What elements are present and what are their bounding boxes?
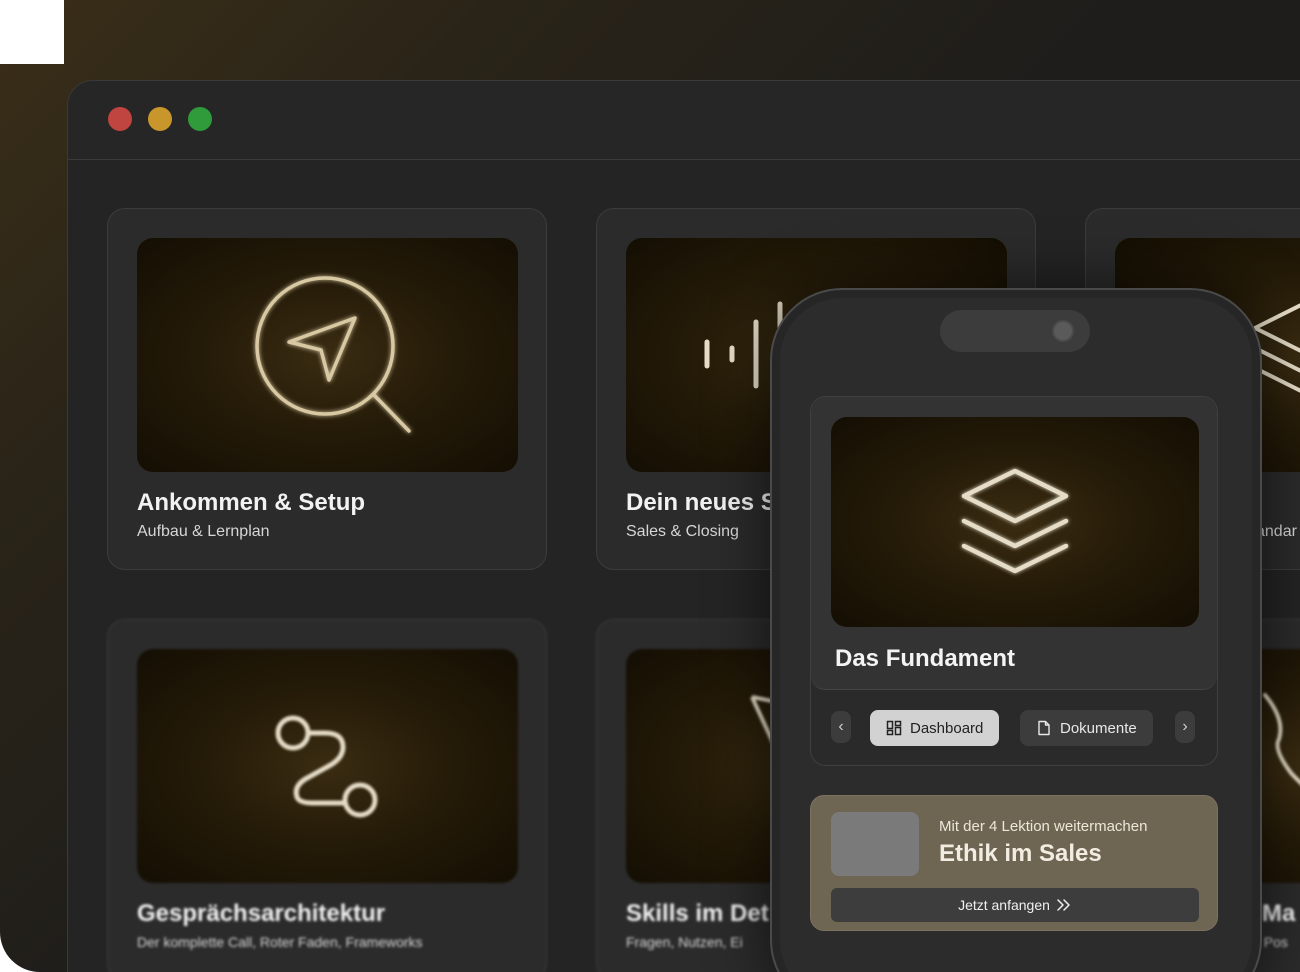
next-button[interactable]: › bbox=[1175, 711, 1195, 743]
module-thumbnail bbox=[831, 417, 1199, 627]
continue-pretext: Mit der 4 Lektion weitermachen bbox=[939, 818, 1148, 835]
layers-icon bbox=[961, 468, 1069, 574]
stage-corner bbox=[0, 0, 64, 64]
tab-label: Dashboard bbox=[910, 719, 984, 737]
module-title: Ma bbox=[1262, 900, 1296, 927]
module-subtitle: Aufbau & Lernplan bbox=[137, 523, 270, 540]
minimize-window-button[interactable] bbox=[148, 107, 172, 131]
background-stage: Ankommen & Setup Aufbau & Lernplan Dein … bbox=[0, 0, 1300, 972]
start-button[interactable]: Jetzt anfangen bbox=[831, 888, 1199, 922]
module-subtitle: Sales & Closing bbox=[626, 523, 739, 540]
lesson-thumbnail bbox=[831, 812, 919, 876]
module-card-gespraech[interactable]: Gesprächsarchitektur Der komplette Call,… bbox=[107, 619, 547, 972]
module-card-fundament[interactable]: Das Fundament bbox=[811, 397, 1217, 690]
phone-notch bbox=[940, 310, 1090, 352]
module-panel: Das Fundament ‹ Dashboard Dokumente › bbox=[810, 396, 1218, 766]
tab-dokumente[interactable]: Dokumente bbox=[1020, 710, 1153, 746]
route-icon bbox=[275, 715, 378, 818]
module-title: Dein neues S bbox=[626, 489, 777, 516]
module-thumbnail bbox=[137, 649, 518, 883]
module-title: Das Fundament bbox=[835, 645, 1016, 672]
camera-icon bbox=[1052, 320, 1074, 342]
window-titlebar bbox=[68, 81, 1300, 160]
dashboard-icon bbox=[886, 720, 902, 736]
double-chevron-right-icon bbox=[1057, 899, 1070, 911]
prev-button[interactable]: ‹ bbox=[831, 711, 851, 743]
continue-lesson-card[interactable]: Mit der 4 Lektion weitermachen Ethik im … bbox=[810, 795, 1218, 931]
module-subtitle: andar bbox=[1256, 523, 1297, 540]
start-button-label: Jetzt anfangen bbox=[958, 897, 1050, 913]
document-icon bbox=[1038, 720, 1050, 736]
tab-label: Dokumente bbox=[1060, 719, 1137, 737]
lesson-title: Ethik im Sales bbox=[939, 840, 1102, 867]
maximize-window-button[interactable] bbox=[188, 107, 212, 131]
module-subtitle: Fragen, Nutzen, Ei bbox=[626, 934, 743, 950]
module-subtitle: Der komplette Call, Roter Faden, Framewo… bbox=[137, 934, 423, 950]
module-title: Gesprächsarchitektur bbox=[137, 900, 386, 927]
module-title: Ankommen & Setup bbox=[137, 489, 366, 516]
module-card-ankommen[interactable]: Ankommen & Setup Aufbau & Lernplan bbox=[107, 208, 547, 570]
module-thumbnail bbox=[137, 238, 518, 472]
phone-mockup: Das Fundament ‹ Dashboard Dokumente › Mi… bbox=[770, 288, 1262, 972]
close-window-button[interactable] bbox=[108, 107, 132, 131]
tab-dashboard[interactable]: Dashboard bbox=[870, 710, 1000, 746]
navigation-search-icon bbox=[255, 276, 411, 433]
module-title: Skills im Det bbox=[626, 900, 769, 927]
